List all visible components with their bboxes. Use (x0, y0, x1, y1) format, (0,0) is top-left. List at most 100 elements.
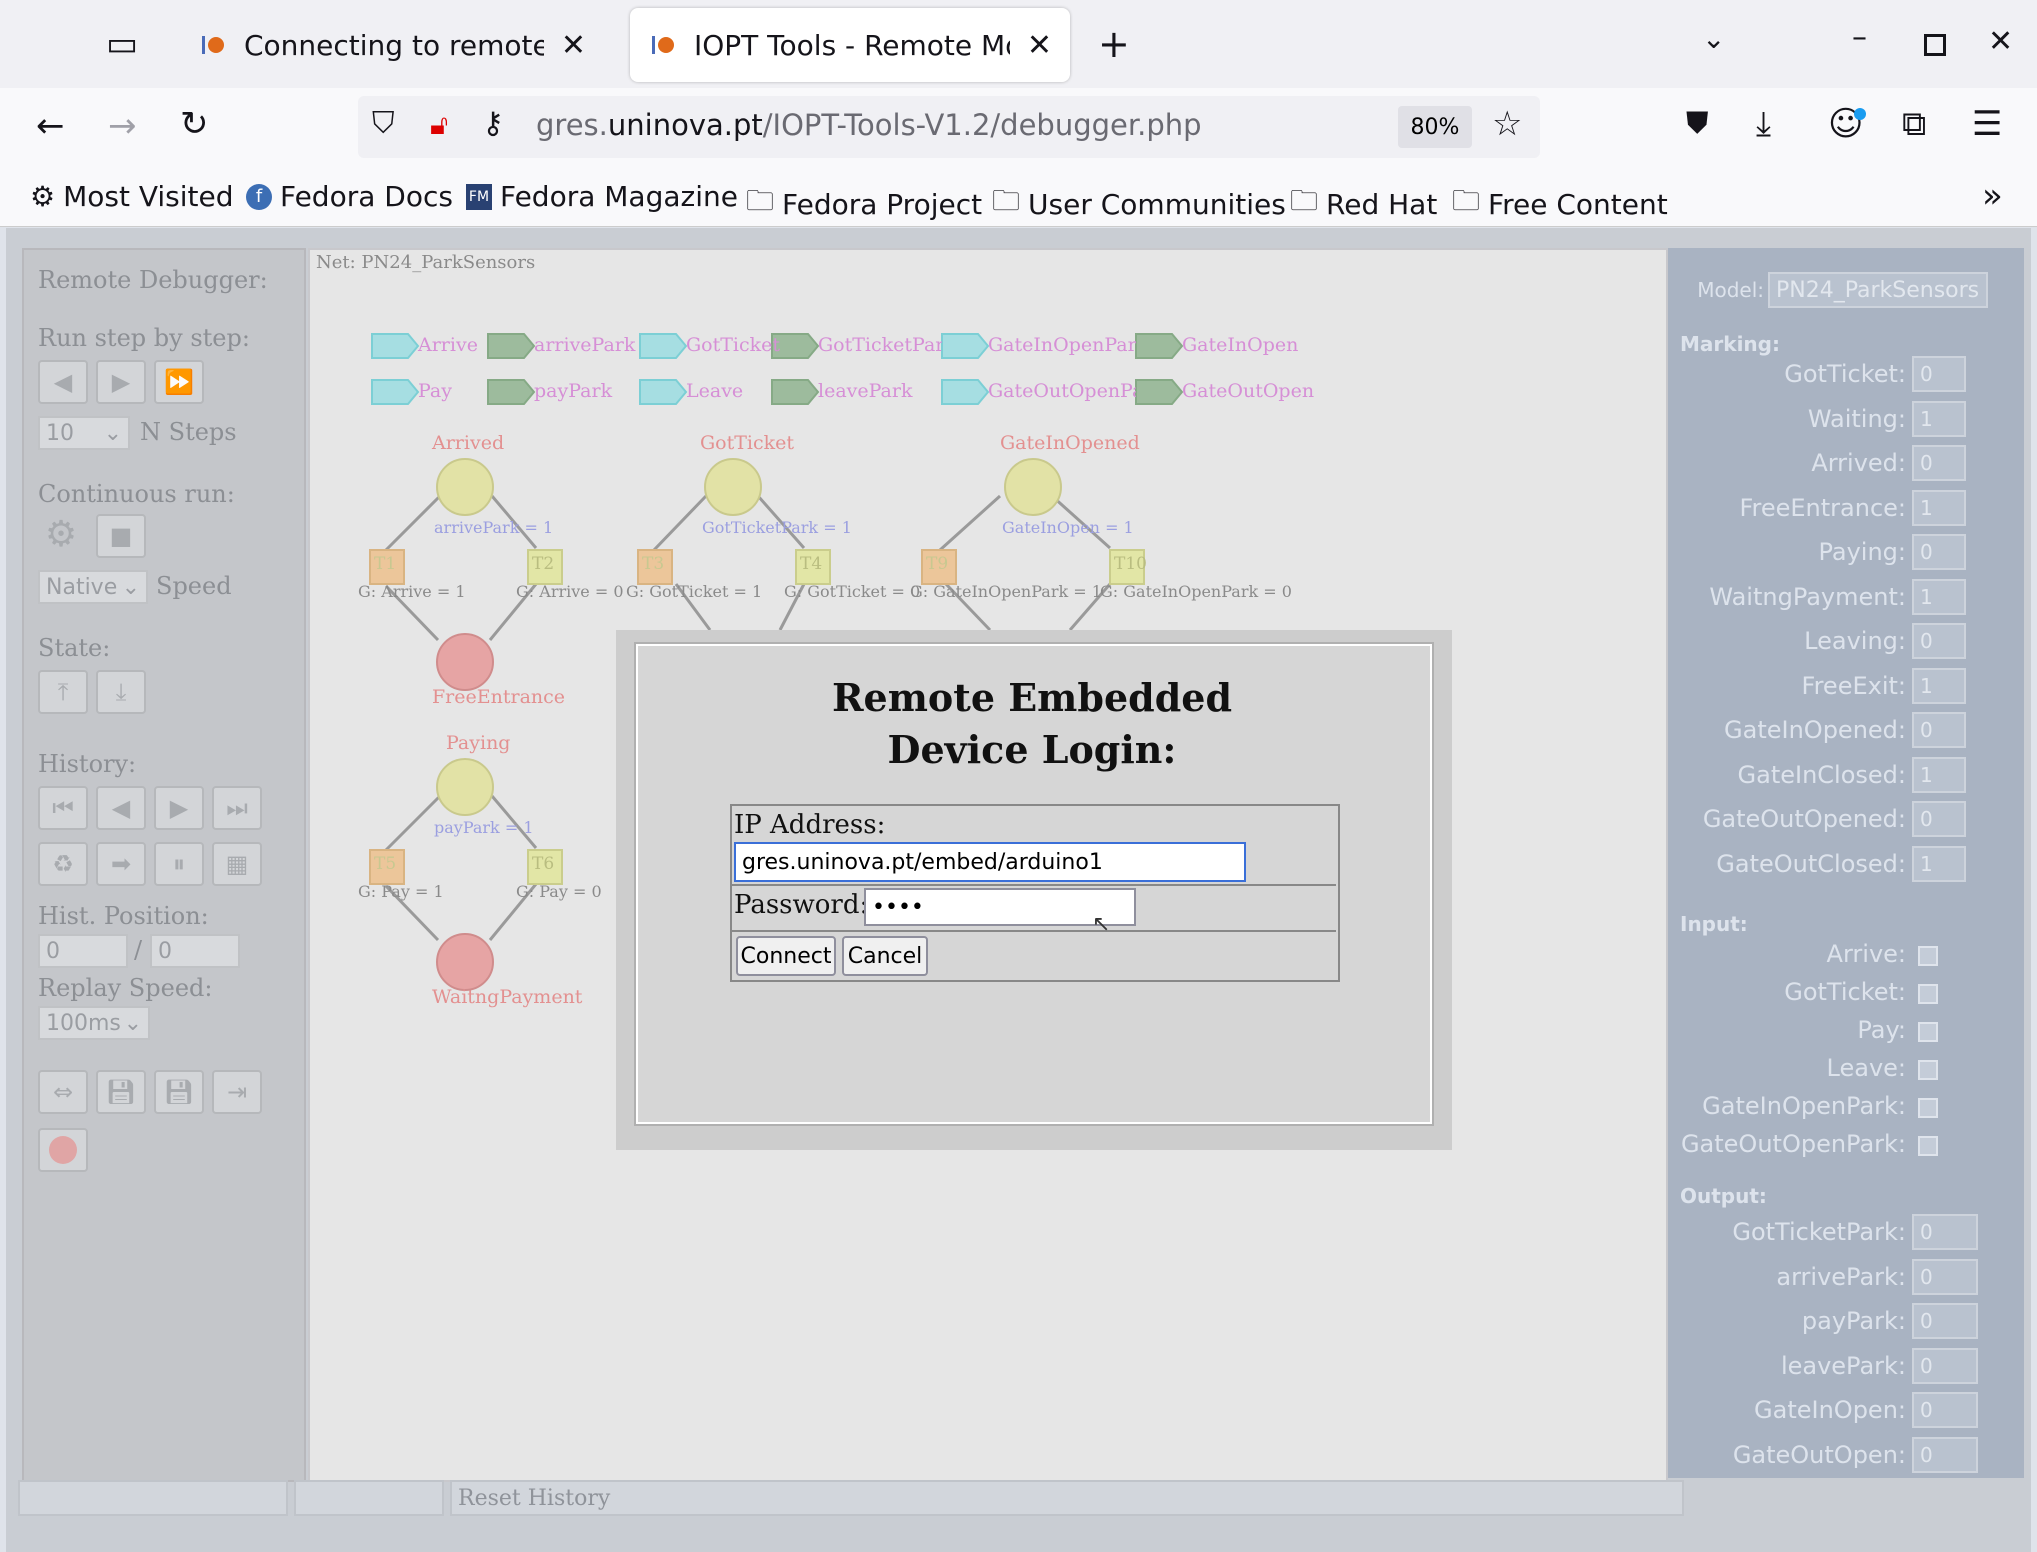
recycle-button[interactable]: ♻ (38, 842, 88, 886)
marking-heading: Marking: (1680, 332, 1780, 356)
bookmark-most-visited[interactable]: ⚙ Most Visited (30, 180, 234, 213)
bookmark-red-hat[interactable]: 🗀 Red Hat (1290, 180, 1437, 228)
speed-select[interactable]: Native ⌄ (38, 570, 148, 604)
run-gear-button[interactable]: ⚙ (38, 514, 84, 555)
guard-label: G: GateInOpenPark = 1 (910, 582, 1102, 601)
url-text[interactable]: gres.uninova.pt/IOPT-Tools-V1.2/debugger… (536, 108, 1202, 142)
hist-position-input[interactable]: 0 (38, 934, 128, 968)
bookmark-star-icon[interactable]: ☆ (1492, 104, 1522, 144)
record-icon (49, 1136, 77, 1164)
place-arrived[interactable] (436, 458, 494, 516)
input-checkbox[interactable] (1918, 1022, 1938, 1042)
place-gateinopened[interactable] (1004, 458, 1062, 516)
bookmark-user-communities[interactable]: 🗀 User Communities (992, 180, 1286, 228)
reset-history-field[interactable]: Reset History (450, 1480, 1684, 1516)
close-tab-icon[interactable]: ✕ (561, 28, 586, 63)
model-input[interactable]: PN24_ParkSensors (1768, 272, 1988, 308)
swap-button[interactable]: ⇔ (38, 1070, 88, 1114)
input-checkbox[interactable] (1918, 1060, 1938, 1080)
insecure-lock-icon[interactable]: 🔓︎ (430, 108, 448, 142)
guard-label: G: GotTicket = 1 (626, 582, 763, 601)
marking-value[interactable]: 0 (1912, 712, 1966, 748)
tab-iopt-tools[interactable]: IOPT Tools - Remote Monitor ✕ (630, 8, 1070, 82)
pocket-icon[interactable]: ⛊ (1686, 106, 1709, 141)
tab-connecting[interactable]: Connecting to remote hardware ✕ (180, 8, 604, 82)
password-label: Password: (734, 890, 869, 920)
nsteps-select[interactable]: 10 ⌄ (38, 416, 130, 450)
bookmark-fedora-project[interactable]: 🗀 Fedora Project (746, 180, 982, 228)
minimize-icon[interactable]: – (1852, 20, 1867, 55)
step-forward-button[interactable]: ▶ (96, 360, 146, 404)
marking-value[interactable]: 1 (1912, 400, 1966, 437)
shield-icon[interactable]: ⛉ (372, 106, 395, 141)
marking-value[interactable]: 0 (1912, 623, 1966, 659)
place-freeentrance[interactable] (436, 633, 494, 691)
save-button[interactable]: 💾︎ (96, 1070, 146, 1114)
state-download-button[interactable]: ⤓ (96, 670, 146, 714)
place-waitngpayment[interactable] (436, 933, 494, 991)
history-first-button[interactable]: ⏮ (38, 786, 88, 830)
history-prev-button[interactable]: ◀ (96, 786, 146, 830)
list-tabs-icon[interactable]: ⌄ (1702, 22, 1725, 55)
marking-value[interactable]: 1 (1912, 667, 1966, 704)
maximize-icon[interactable] (1924, 34, 1946, 56)
reload-icon[interactable]: ↻ (180, 104, 209, 144)
connect-button[interactable]: Connect (736, 936, 836, 976)
model-label: Model: (1697, 278, 1764, 302)
history-last-button[interactable]: ⏭ (212, 786, 262, 830)
output-value: 0 (1912, 1214, 1978, 1250)
step-n-button[interactable]: ⏩ (154, 360, 204, 404)
place-gotticket[interactable] (704, 458, 762, 516)
marking-value[interactable]: 0 (1912, 445, 1966, 481)
calculator-button[interactable]: ▦ (212, 842, 262, 886)
cancel-button[interactable]: Cancel (842, 936, 928, 976)
close-tab-icon[interactable]: ✕ (1027, 28, 1052, 63)
state-upload-button[interactable]: ⤒ (38, 670, 88, 714)
more-bookmarks-icon[interactable]: » (1982, 176, 2003, 216)
close-window-icon[interactable]: ✕ (1988, 24, 2013, 59)
marking-value[interactable]: 0 (1912, 534, 1966, 570)
input-checkbox[interactable] (1918, 946, 1938, 966)
key-icon[interactable]: ⚷ (482, 106, 504, 141)
replay-speed-select[interactable]: 100ms ⌄ (38, 1006, 150, 1040)
event-label: GotTicketPark (818, 334, 942, 356)
menu-icon[interactable]: ☰ (1972, 104, 2002, 144)
bookmark-free-content[interactable]: 🗀 Free Content (1452, 180, 1668, 228)
bookmark-fedora-docs[interactable]: f Fedora Docs (246, 180, 453, 213)
new-tab-icon[interactable]: + (1098, 22, 1130, 66)
back-icon[interactable]: ← (36, 106, 65, 146)
chevron-down-icon: ⌄ (123, 1010, 142, 1036)
input-checkbox[interactable] (1918, 984, 1938, 1004)
input-checkbox[interactable] (1918, 1098, 1938, 1118)
marking-value[interactable]: 0 (1912, 356, 1966, 392)
step-back-button[interactable]: ◀ (38, 360, 88, 404)
marking-value[interactable]: 0 (1912, 801, 1966, 837)
marking-label: Arrived: (1811, 449, 1906, 477)
zoom-level[interactable]: 80% (1398, 106, 1472, 148)
pause-button[interactable]: ⏸ (154, 842, 204, 886)
export-button[interactable]: ⇥ (212, 1070, 262, 1114)
speed-value: Native (46, 574, 118, 600)
output-label: GateInOpen: (1754, 1396, 1906, 1424)
download-icon[interactable]: ⤓ (1756, 104, 1771, 144)
save-as-button[interactable]: 💾︎ (154, 1070, 204, 1114)
output-heading: Output: (1680, 1184, 1767, 1208)
marking-value[interactable]: 1 (1912, 489, 1966, 526)
record-button[interactable] (38, 1128, 88, 1172)
tab-manager-icon[interactable]: ▭ (106, 24, 138, 64)
stop-button[interactable]: ■ (96, 514, 146, 558)
event-flag (639, 379, 688, 405)
hist-length-input[interactable]: 0 (150, 934, 240, 968)
input-checkbox[interactable] (1918, 1136, 1938, 1156)
replay-button[interactable]: ➡ (96, 842, 146, 886)
extensions-icon[interactable]: ⧉ (1902, 104, 1926, 144)
place-paying[interactable] (436, 758, 494, 816)
marking-value[interactable]: 1 (1912, 756, 1966, 793)
marking-value[interactable]: 1 (1912, 578, 1966, 615)
ip-address-input[interactable] (734, 842, 1246, 882)
marking-value[interactable]: 1 (1912, 845, 1966, 882)
folder-icon: 🗀 (1290, 184, 1319, 217)
history-next-button[interactable]: ▶ (154, 786, 204, 830)
bookmark-fedora-magazine[interactable]: FM Fedora Magazine (466, 180, 738, 213)
forward-icon[interactable]: → (108, 106, 137, 146)
